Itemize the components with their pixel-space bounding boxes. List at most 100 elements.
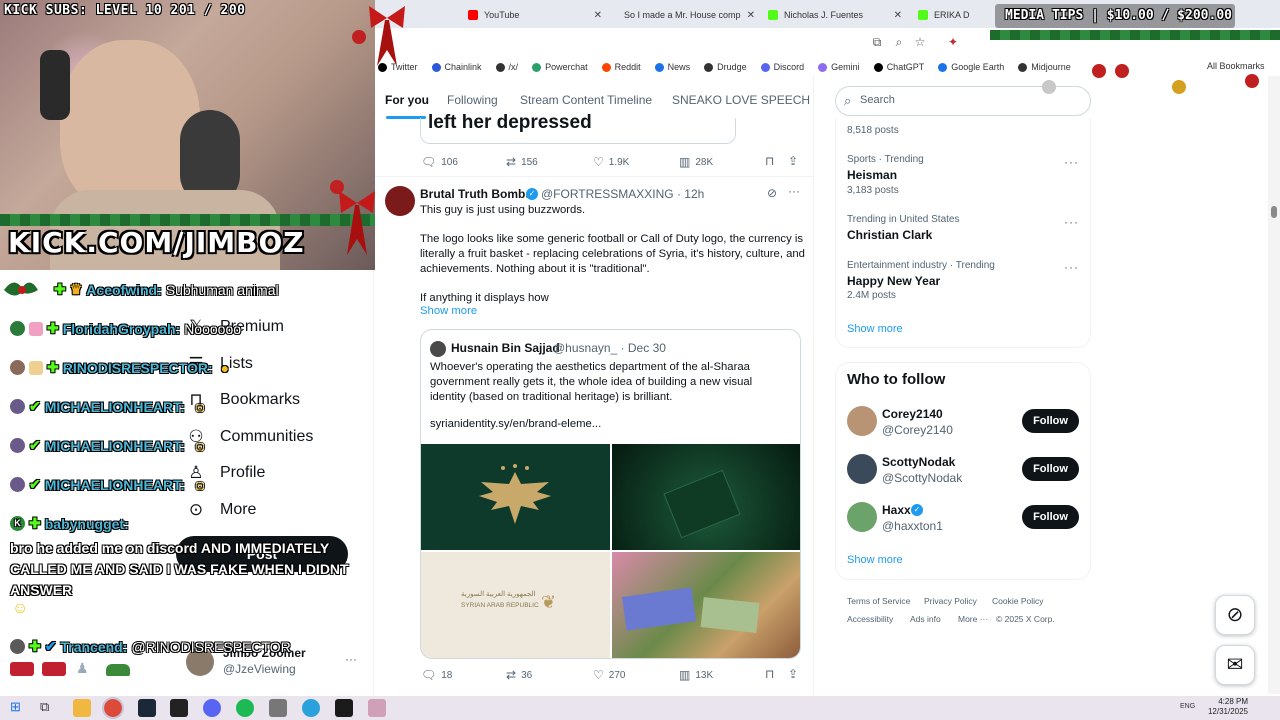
- steam-icon[interactable]: [138, 699, 156, 717]
- show-more-trends-link[interactable]: Show more: [847, 323, 903, 335]
- bookmark-icon[interactable]: ⊓: [765, 667, 774, 681]
- bookmark-google-earth[interactable]: Google Earth: [938, 62, 1004, 72]
- scrollbar-thumb[interactable]: [1271, 206, 1277, 218]
- repost-button[interactable]: ⇄ 156: [506, 155, 538, 169]
- chrome-icon[interactable]: [102, 697, 124, 719]
- bookmark-chatgpt[interactable]: ChatGPT: [873, 62, 924, 72]
- grok-button[interactable]: ⊘: [1215, 595, 1255, 635]
- close-icon[interactable]: ✕: [594, 10, 602, 21]
- share-icon[interactable]: ⇪: [788, 154, 798, 168]
- syrian-arab-republic-logo-image[interactable]: الجمهورية العربية السورية SYRIAN ARAB RE…: [421, 552, 610, 658]
- bookmark-chainlink[interactable]: Chainlink: [431, 62, 482, 72]
- views-button[interactable]: ▥ 13K: [679, 668, 713, 682]
- bookmark-discord[interactable]: Discord: [760, 62, 804, 72]
- show-more-follow-link[interactable]: Show more: [847, 554, 903, 566]
- file-explorer-icon[interactable]: [73, 699, 91, 717]
- trend-heisman[interactable]: Heisman: [847, 168, 897, 182]
- more-options-icon[interactable]: ···: [1064, 260, 1079, 274]
- footer-terms-link[interactable]: Terms of Service: [847, 596, 910, 606]
- chat-username[interactable]: Trancend:: [60, 639, 127, 655]
- bookmark-gemini[interactable]: Gemini: [818, 62, 860, 72]
- close-icon[interactable]: ✕: [894, 10, 902, 21]
- app-icon[interactable]: [335, 699, 353, 717]
- bookmark-powerchat[interactable]: Powerchat: [532, 62, 588, 72]
- views-button[interactable]: ▥ 28K: [679, 155, 713, 169]
- bookmark-icon[interactable]: ⊓: [765, 154, 774, 168]
- footer-privacy-link[interactable]: Privacy Policy: [924, 596, 977, 606]
- chat-username[interactable]: babynugget:: [45, 516, 129, 532]
- tweet-author-handle[interactable]: @FORTRESSMAXXING · 12h: [541, 187, 704, 201]
- chat-username[interactable]: FloridahGroypah:: [63, 321, 180, 337]
- browser-tab-erika[interactable]: ERIKA D: [910, 4, 1000, 26]
- footer-more-link[interactable]: More ···: [958, 614, 988, 624]
- discord-icon[interactable]: [203, 699, 221, 717]
- chat-username[interactable]: MICHAELIONHEART:: [45, 399, 185, 415]
- scrollbar[interactable]: [1268, 76, 1280, 694]
- clock[interactable]: 4:28 PM 12/31/2025: [1200, 697, 1248, 717]
- browser-tab-nicholas[interactable]: Nicholas J. Fuentes ✕: [760, 4, 910, 26]
- obs-icon[interactable]: [170, 699, 188, 717]
- follow-suggestion-name[interactable]: Corey2140: [882, 407, 943, 421]
- app-icon[interactable]: [368, 699, 386, 717]
- currency-collage-image[interactable]: [612, 552, 800, 658]
- nav-more[interactable]: ⊙ More: [186, 500, 257, 520]
- share-icon[interactable]: ⇪: [788, 667, 798, 681]
- extension-icon[interactable]: ✦: [946, 35, 960, 49]
- windows-start-icon[interactable]: ⊞: [10, 699, 21, 715]
- show-more-link[interactable]: Show more: [420, 305, 477, 317]
- more-options-icon[interactable]: ···: [1064, 155, 1079, 169]
- chat-username[interactable]: Aceofwind:: [86, 282, 161, 298]
- footer-cookie-link[interactable]: Cookie Policy: [992, 596, 1044, 606]
- tweet-author-name[interactable]: Brutal Truth Bombs: [420, 187, 532, 201]
- close-icon[interactable]: ✕: [747, 10, 755, 21]
- avatar[interactable]: [847, 406, 877, 436]
- repost-button[interactable]: ⇄ 36: [506, 668, 532, 682]
- trend-happy-new-year[interactable]: Happy New Year: [847, 274, 940, 288]
- chat-username[interactable]: RINODISRESPECTOR:: [63, 360, 213, 376]
- zoom-icon[interactable]: ⌕: [892, 35, 906, 49]
- more-options-icon[interactable]: ···: [1064, 215, 1079, 229]
- footer-ads-info-link[interactable]: Ads info: [910, 614, 941, 624]
- passport-image[interactable]: [612, 444, 800, 550]
- footer-accessibility-link[interactable]: Accessibility: [847, 614, 893, 624]
- bookmark-x[interactable]: /x/: [495, 62, 518, 72]
- app-icon[interactable]: [269, 699, 287, 717]
- telegram-icon[interactable]: [302, 699, 320, 717]
- language-indicator[interactable]: ENG: [1180, 703, 1195, 710]
- follow-suggestion-name[interactable]: Haxx: [882, 503, 911, 517]
- tab-following[interactable]: Following: [447, 93, 498, 107]
- avatar[interactable]: [385, 186, 415, 216]
- bookmark-news[interactable]: News: [654, 62, 690, 72]
- star-icon[interactable]: ☆: [913, 35, 927, 49]
- follow-button[interactable]: Follow: [1022, 505, 1079, 529]
- trend-christian-clark[interactable]: Christian Clark: [847, 228, 932, 242]
- chat-username[interactable]: MICHAELIONHEART:: [45, 438, 185, 454]
- quote-tweet-card[interactable]: Husnain Bin Sajjad @husnayn_ · Dec 30 Wh…: [420, 329, 801, 659]
- install-app-icon[interactable]: ⧉: [870, 35, 884, 49]
- follow-button[interactable]: Follow: [1022, 409, 1079, 433]
- like-button[interactable]: ♡ 1.9K: [593, 155, 629, 169]
- follow-button[interactable]: Follow: [1022, 457, 1079, 481]
- browser-tab-mr-house[interactable]: So I made a Mr. House comp ✕: [610, 4, 760, 26]
- tab-for-you[interactable]: For you: [385, 93, 429, 107]
- messages-button[interactable]: ✉: [1215, 645, 1255, 685]
- tab-sneako-love-speech[interactable]: SNEAKO LOVE SPEECH: [672, 93, 810, 107]
- eagle-emblem-image[interactable]: [421, 444, 610, 550]
- tab-stream-content-timeline[interactable]: Stream Content Timeline: [520, 93, 652, 107]
- chat-username[interactable]: MICHAELIONHEART:: [45, 477, 185, 493]
- quote-link[interactable]: syrianidentity.sy/en/brand-eleme...: [430, 418, 601, 430]
- follow-suggestion-name[interactable]: ScottyNodak: [882, 455, 955, 469]
- all-bookmarks[interactable]: All Bookmarks: [1207, 61, 1265, 71]
- browser-tab-youtube[interactable]: YouTube ✕: [460, 4, 610, 26]
- bookmark-midjourney[interactable]: Midjourne: [1018, 62, 1071, 72]
- more-options-icon[interactable]: ···: [788, 184, 800, 198]
- like-button[interactable]: ♡ 270: [593, 668, 625, 682]
- avatar[interactable]: [847, 502, 877, 532]
- task-view-icon[interactable]: ⧉: [40, 699, 49, 715]
- bookmark-drudge[interactable]: Drudge: [704, 62, 747, 72]
- reply-button[interactable]: 🗨︎ 106: [421, 155, 458, 169]
- avatar[interactable]: [847, 454, 877, 484]
- grok-icon[interactable]: ⊘: [767, 186, 777, 200]
- spotify-icon[interactable]: [236, 699, 254, 717]
- bookmark-reddit[interactable]: Reddit: [601, 62, 641, 72]
